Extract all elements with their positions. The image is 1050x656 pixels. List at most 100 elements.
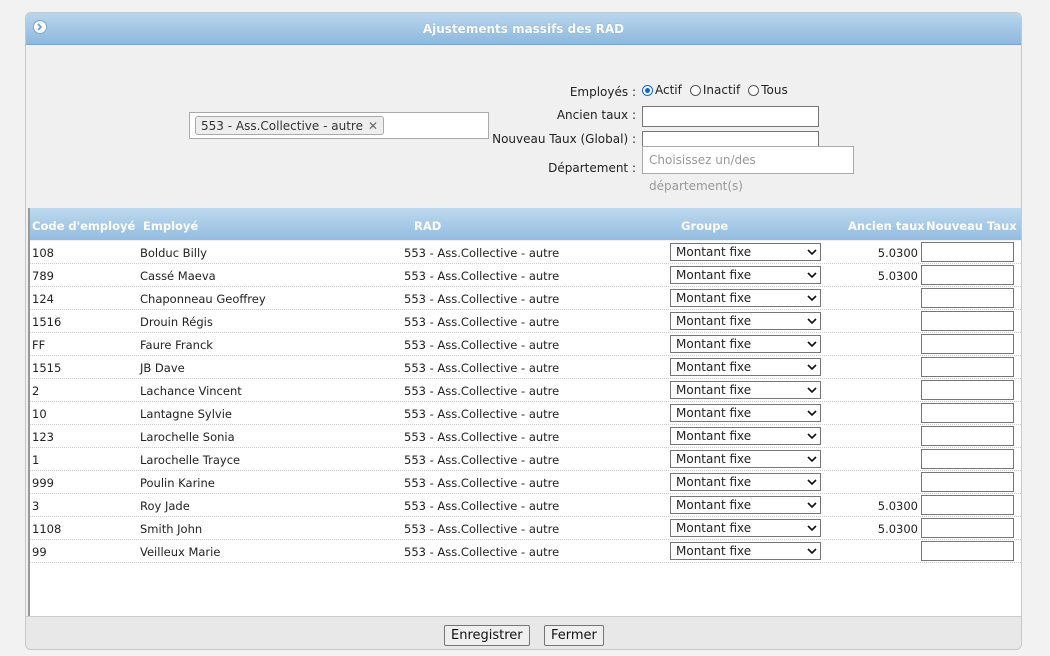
groupe-select[interactable]: Montant fixe <box>670 473 821 491</box>
groupe-select[interactable]: Montant fixe <box>670 289 821 307</box>
departement-label: Département : <box>548 161 636 175</box>
groupe-select-value: Montant fixe <box>676 429 752 443</box>
cell-code: 789 <box>32 269 54 283</box>
groupe-select[interactable]: Montant fixe <box>670 519 821 537</box>
rad-multiselect[interactable]: 553 - Ass.Collective - autre ✕ <box>189 112 489 139</box>
cell-ancien-taux: 5.0300 <box>877 269 918 283</box>
col-header-groupe[interactable]: Groupe <box>681 219 728 233</box>
groupe-select[interactable]: Montant fixe <box>670 427 821 445</box>
nouveau-taux-input[interactable] <box>921 334 1014 354</box>
chevron-down-icon <box>807 456 817 463</box>
nouveau-taux-input[interactable] <box>921 495 1014 515</box>
chevron-down-icon <box>807 318 817 325</box>
radio-tous[interactable]: Tous <box>748 83 788 97</box>
nouveau-taux-input[interactable] <box>921 265 1014 285</box>
cell-employe: Larochelle Trayce <box>140 453 241 467</box>
groupe-select-value: Montant fixe <box>676 268 752 282</box>
groupe-select[interactable]: Montant fixe <box>670 542 821 560</box>
ancien-taux-input[interactable] <box>642 106 819 127</box>
cell-rad: 553 - Ass.Collective - autre <box>404 292 560 306</box>
cell-rad: 553 - Ass.Collective - autre <box>404 453 560 467</box>
nouveau-taux-input[interactable] <box>921 449 1014 469</box>
nouveau-taux-input[interactable] <box>921 311 1014 331</box>
dialog-title: Ajustements massifs des RAD <box>422 22 625 36</box>
grid-header: Code d'employé Employé RAD Groupe Ancien… <box>30 208 1021 240</box>
table-row: 124 Chaponneau Geoffrey 553 - Ass.Collecti… <box>30 287 1021 310</box>
nouveau-taux-input[interactable] <box>921 426 1014 446</box>
cell-code: 1 <box>32 453 40 467</box>
cell-employe: Poulin Karine <box>140 476 215 490</box>
groupe-select[interactable]: Montant fixe <box>670 450 821 468</box>
chevron-down-icon <box>807 295 817 302</box>
cell-rad: 553 - Ass.Collective - autre <box>404 522 560 536</box>
cell-employe: Drouin Régis <box>140 315 213 329</box>
cell-employe: Veilleux Marie <box>140 545 221 559</box>
chevron-down-icon <box>807 387 817 394</box>
chevron-down-icon <box>807 548 817 555</box>
nouveau-taux-input[interactable] <box>921 403 1014 423</box>
groupe-select[interactable]: Montant fixe <box>670 243 821 261</box>
nouveau-taux-input[interactable] <box>921 288 1014 308</box>
groupe-select-value: Montant fixe <box>676 544 752 558</box>
radio-actif[interactable]: Actif <box>642 83 682 97</box>
cell-code: 1516 <box>32 315 62 329</box>
table-row: 123 Larochelle Sonia 553 - Ass.Collective … <box>30 425 1021 448</box>
nouveau-taux-input[interactable] <box>921 380 1014 400</box>
cell-employe: Roy Jade <box>140 499 190 513</box>
cell-rad: 553 - Ass.Collective - autre <box>404 545 560 559</box>
cell-rad: 553 - Ass.Collective - autre <box>404 338 560 352</box>
chevron-down-icon <box>807 249 817 256</box>
nouveau-taux-input[interactable] <box>921 242 1014 262</box>
nouveau-taux-label: Nouveau Taux (Global) : <box>492 132 636 146</box>
groupe-select-value: Montant fixe <box>676 406 752 420</box>
bulk-adjust-dialog: Ajustements massifs des RAD 553 - Ass.Co… <box>25 12 1022 650</box>
nouveau-taux-input[interactable] <box>921 518 1014 538</box>
departement-multiselect[interactable]: Choisissez un/des département(s) <box>642 146 854 193</box>
groupe-select[interactable]: Montant fixe <box>670 335 821 353</box>
groupe-select[interactable]: Montant fixe <box>670 496 821 514</box>
cell-code: 124 <box>32 292 54 306</box>
nouveau-taux-input[interactable] <box>921 541 1014 561</box>
radio-inactif-input[interactable] <box>689 84 701 96</box>
radio-inactif[interactable]: Inactif <box>689 83 741 97</box>
rad-tag: 553 - Ass.Collective - autre ✕ <box>195 116 385 135</box>
groupe-select-value: Montant fixe <box>676 452 752 466</box>
cell-ancien-taux: 5.0300 <box>877 246 918 260</box>
table-row: 3 Roy Jade 553 - Ass.Collective - autre Mon… <box>30 494 1021 517</box>
grid-body: 108 Bolduc Billy 553 - Ass.Collective - au… <box>30 241 1021 616</box>
cell-code: 99 <box>32 545 47 559</box>
chevron-down-icon <box>807 502 817 509</box>
cell-employe: Bolduc Billy <box>140 246 207 260</box>
radio-tous-input[interactable] <box>748 84 760 96</box>
groupe-select[interactable]: Montant fixe <box>670 381 821 399</box>
cell-rad: 553 - Ass.Collective - autre <box>404 269 560 283</box>
col-header-employe[interactable]: Employé <box>143 219 198 233</box>
groupe-select-value: Montant fixe <box>676 291 752 305</box>
cell-rad: 553 - Ass.Collective - autre <box>404 384 560 398</box>
cell-rad: 553 - Ass.Collective - autre <box>404 499 560 513</box>
col-header-code[interactable]: Code d'employé <box>32 219 135 233</box>
cell-rad: 553 - Ass.Collective - autre <box>404 407 560 421</box>
groupe-select-value: Montant fixe <box>676 498 752 512</box>
cell-employe: JB Dave <box>140 361 185 375</box>
groupe-select[interactable]: Montant fixe <box>670 404 821 422</box>
chevron-down-icon <box>807 410 817 417</box>
close-button[interactable]: Fermer <box>544 625 604 646</box>
close-icon[interactable]: ✕ <box>368 117 378 135</box>
table-row: 2 Lachance Vincent 553 - Ass.Collective - … <box>30 379 1021 402</box>
circle-chevron-right-icon[interactable] <box>33 20 47 34</box>
dialog-footer: Enregistrer Fermer <box>26 616 1021 649</box>
groupe-select[interactable]: Montant fixe <box>670 358 821 376</box>
col-header-rad[interactable]: RAD <box>414 219 441 233</box>
nouveau-taux-input[interactable] <box>921 357 1014 377</box>
save-button[interactable]: Enregistrer <box>444 625 530 646</box>
radio-tous-label: Tous <box>761 83 788 97</box>
radio-actif-input[interactable] <box>642 84 653 96</box>
groupe-select[interactable]: Montant fixe <box>670 312 821 330</box>
groupe-select[interactable]: Montant fixe <box>670 266 821 284</box>
col-header-ancien[interactable]: Ancien taux <box>848 219 925 233</box>
nouveau-taux-input[interactable] <box>921 472 1014 492</box>
radio-inactif-label: Inactif <box>702 83 741 97</box>
table-row: 108 Bolduc Billy 553 - Ass.Collective - au… <box>30 241 1021 264</box>
col-header-nouveau[interactable]: Nouveau Taux <box>926 219 1017 233</box>
